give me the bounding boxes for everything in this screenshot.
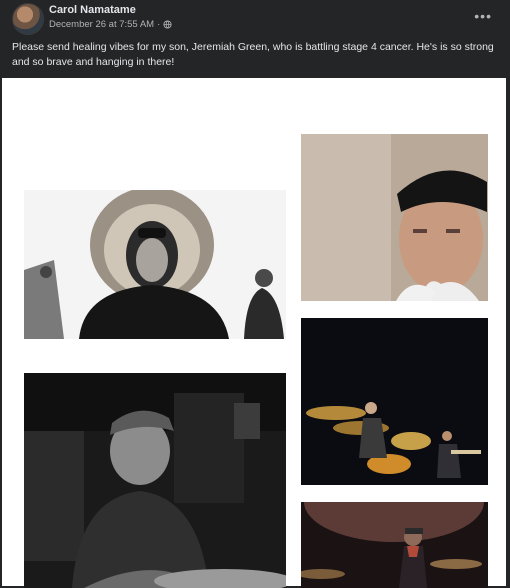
photo-parka[interactable] (24, 190, 286, 339)
post-meta: December 26 at 7:55 AM · (49, 19, 172, 30)
photo-portrait-cap[interactable] (301, 134, 488, 301)
post-caption: Please send healing vibes for my son, Je… (12, 41, 494, 68)
photo-collage (0, 76, 510, 588)
photo-stage-performer[interactable] (301, 502, 488, 588)
timestamp-link[interactable]: December 26 at 7:55 AM (49, 19, 154, 30)
more-options-button[interactable]: ••• (474, 8, 492, 24)
avatar[interactable] (12, 3, 44, 35)
author-name[interactable]: Carol Namatame (49, 4, 136, 16)
photo-concert-stage[interactable] (301, 318, 488, 485)
post-header: Carol Namatame December 26 at 7:55 AM · … (0, 0, 510, 76)
globe-icon (163, 20, 172, 29)
meta-separator: · (157, 19, 161, 30)
photo-drummer-backstage[interactable] (24, 373, 286, 588)
photo-collage-inner (2, 78, 506, 588)
